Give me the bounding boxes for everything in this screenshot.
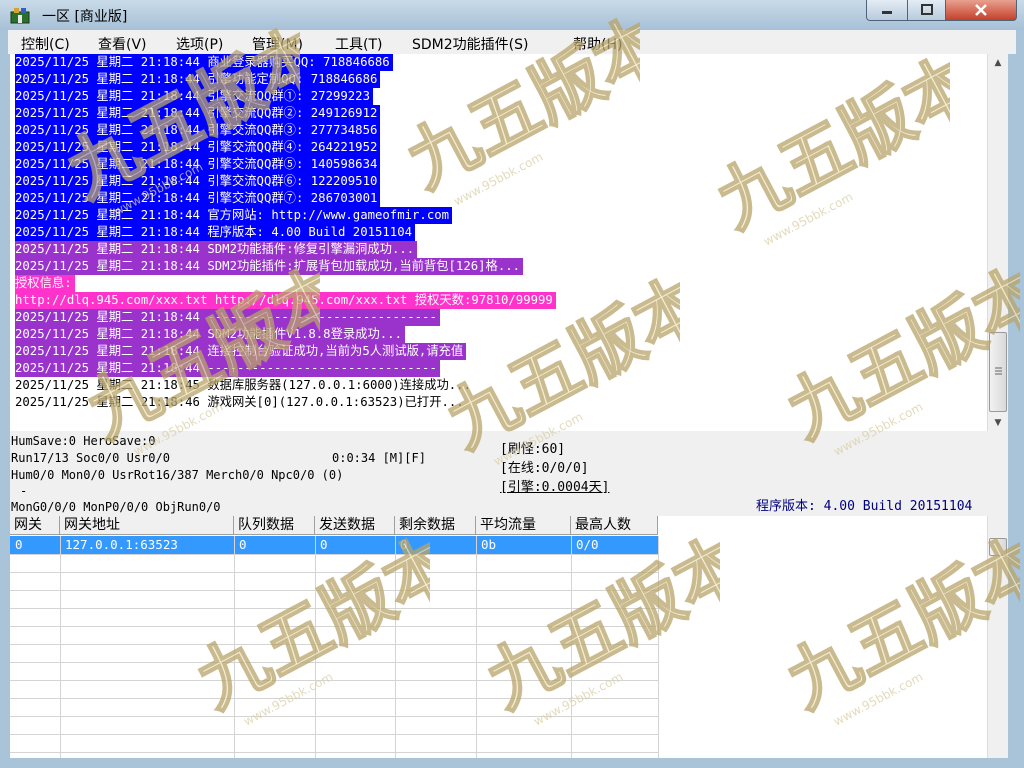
grid-line xyxy=(315,536,316,758)
log-scrollbar[interactable]: ▲ ▼ xyxy=(987,54,1008,431)
grid-line xyxy=(10,716,658,717)
status-version: 程序版本: 4.00 Build 20151104 xyxy=(756,499,973,514)
grid-line xyxy=(10,662,658,663)
col-header-sent-data[interactable]: 发送数据 xyxy=(315,516,395,535)
status-panel: HumSave:0 HeroSave:0 Run17/13 Soc0/0 Usr… xyxy=(10,431,1008,516)
scroll-down-icon[interactable]: ▼ xyxy=(988,414,1008,431)
close-icon xyxy=(975,4,987,16)
log-line: 2025/11/25 星期二 21:18:44 引擎交流QQ群③: 277734… xyxy=(15,122,381,139)
status-run: Run17/13 Soc0/0 Usr0/0 xyxy=(11,451,170,465)
log-line: 2025/11/25 星期二 21:18:44 连接控制台验证成功,当前为5人测… xyxy=(15,343,467,360)
app-window: 一区 [商业版] 控制(C) 查看(V) 选项(P) 管理(M) 工具(T) S… xyxy=(0,0,1024,768)
grid-line xyxy=(658,536,659,758)
log-line: 授权信息: xyxy=(15,275,75,292)
cell-gateway-address: 127.0.0.1:63523 xyxy=(65,537,178,552)
status-mon: MonG0/0/0 MonP0/0/0 ObjRun0/0 xyxy=(11,500,221,514)
grid-line xyxy=(10,752,658,753)
status-online: [在线:0/0/0] xyxy=(500,461,589,476)
col-header-gateway[interactable]: 网关 xyxy=(10,516,60,535)
grid-line xyxy=(10,608,658,609)
grid-line xyxy=(10,698,658,699)
app-icon xyxy=(10,8,30,24)
grid-line xyxy=(10,572,658,573)
grid-line xyxy=(571,536,572,758)
grid-line xyxy=(234,536,235,758)
status-engine: [引擎:0.0004天] xyxy=(500,480,610,495)
grip-icon xyxy=(995,367,1002,375)
cell-queue-data: 0 xyxy=(239,537,247,552)
grid-line xyxy=(10,590,658,591)
col-header-avg-traffic[interactable]: 平均流量 xyxy=(476,516,571,535)
log-line: 2025/11/25 星期二 21:18:46 游戏网关[0](127.0.0.… xyxy=(15,395,464,409)
log-line: 2025/11/25 星期二 21:18:44 SDM2功能插件V1.8.8登录… xyxy=(15,326,405,343)
col-header-queue-data[interactable]: 队列数据 xyxy=(234,516,315,535)
grid-line xyxy=(10,626,658,627)
log-scroll-thumb[interactable] xyxy=(989,332,1007,412)
log-line: 2025/11/25 星期二 21:18:44 ----------------… xyxy=(15,309,440,326)
log-line: 2025/11/25 星期二 21:18:44 ----------------… xyxy=(15,360,440,377)
log-line: 2025/11/25 星期二 21:18:44 程序版本: 4.00 Build… xyxy=(15,224,416,241)
menu-bar: 控制(C) 查看(V) 选项(P) 管理(M) 工具(T) SDM2功能插件(S… xyxy=(8,30,1016,54)
cell-max-players: 0/0 xyxy=(576,537,599,552)
log-line: 2025/11/25 星期二 21:18:44 引擎交流QQ群⑤: 140598… xyxy=(15,156,381,173)
grid-line xyxy=(10,680,658,681)
grid-line xyxy=(395,536,396,758)
log-line: 2025/11/25 星期二 21:18:44 引擎交流QQ群①: 272992… xyxy=(15,88,373,105)
col-header-max-players[interactable]: 最高人数 xyxy=(571,516,658,535)
log-line: 2025/11/25 星期二 21:18:44 SDM2功能插件:扩展背包加载成… xyxy=(15,258,524,275)
menu-view[interactable]: 查看(V) xyxy=(98,34,147,54)
menu-sdm2-plugin[interactable]: SDM2功能插件(S) xyxy=(412,34,528,54)
log-line: 2025/11/25 星期二 21:18:44 引擎交流QQ群⑥: 122209… xyxy=(15,173,381,190)
minimize-icon xyxy=(882,11,892,14)
col-header-gateway-address[interactable]: 网关地址 xyxy=(60,516,234,535)
grid-line xyxy=(10,554,658,555)
table-scroll-thumb[interactable] xyxy=(989,538,1007,556)
cell-remaining-data: 0 xyxy=(400,537,408,552)
table-scrollbar[interactable] xyxy=(987,516,1008,758)
log-line: 2025/11/25 星期二 21:18:44 商业登录器购买QQ: 71884… xyxy=(15,54,393,71)
log-line: 2025/11/25 星期二 21:18:44 引擎功能定制QQ: 718846… xyxy=(15,71,381,88)
scroll-up-icon[interactable]: ▲ xyxy=(988,54,1008,71)
status-dash: - xyxy=(20,484,28,498)
window-title: 一区 [商业版] xyxy=(42,9,128,25)
title-bar[interactable]: 一区 [商业版] xyxy=(0,0,1024,30)
col-header-remaining-data[interactable]: 剩余数据 xyxy=(395,516,476,535)
status-hum-save: HumSave:0 HeroSave:0 xyxy=(11,434,156,448)
menu-help[interactable]: 帮助(H) xyxy=(573,34,622,54)
menu-manage[interactable]: 管理(M) xyxy=(252,34,303,54)
cell-gateway: 0 xyxy=(15,537,23,552)
close-button[interactable] xyxy=(945,0,1017,21)
log-line: 2025/11/25 星期二 21:18:45 数据库服务器(127.0.0.1… xyxy=(15,378,471,392)
grid-line xyxy=(10,734,658,735)
log-line: 2025/11/25 星期二 21:18:44 引擎交流QQ群⑦: 286703… xyxy=(15,190,381,207)
menu-control[interactable]: 控制(C) xyxy=(21,34,70,54)
grid-line xyxy=(60,536,61,758)
log-line: 2025/11/25 星期二 21:18:44 SDM2功能插件:修复引擎漏洞成… xyxy=(15,241,418,258)
menu-tools[interactable]: 工具(T) xyxy=(335,34,382,54)
minimize-button[interactable] xyxy=(866,0,908,21)
log-line: 2025/11/25 星期二 21:18:44 官方网站: http://www… xyxy=(15,207,453,224)
log-line: http://dlq.945.com/xxx.txt http://dlq.94… xyxy=(15,292,556,309)
status-hum: Hum0/0 Mon0/0 UsrRot16/387 Merch0/0 Npc0… xyxy=(11,468,344,482)
grid-line xyxy=(10,644,658,645)
maximize-button[interactable] xyxy=(907,0,946,21)
grid-line xyxy=(476,536,477,758)
log-panel[interactable]: 2025/11/25 星期二 21:18:44 商业登录器购买QQ: 71884… xyxy=(10,54,987,431)
status-refresh: [刷怪:60] xyxy=(500,442,566,457)
cell-avg-traffic: 0b xyxy=(481,537,497,552)
status-timer: 0:0:34 [M][F] xyxy=(332,451,426,465)
gateway-table: 网关 网关地址 队列数据 发送数据 剩余数据 平均流量 最高人数 0 127.0… xyxy=(10,516,987,758)
maximize-icon xyxy=(920,4,933,15)
cell-sent-data: 0 xyxy=(320,537,328,552)
menu-options[interactable]: 选项(P) xyxy=(176,34,223,54)
log-line: 2025/11/25 星期二 21:18:44 引擎交流QQ群④: 264221… xyxy=(15,139,381,156)
log-line: 2025/11/25 星期二 21:18:44 引擎交流QQ群②: 249126… xyxy=(15,105,381,122)
